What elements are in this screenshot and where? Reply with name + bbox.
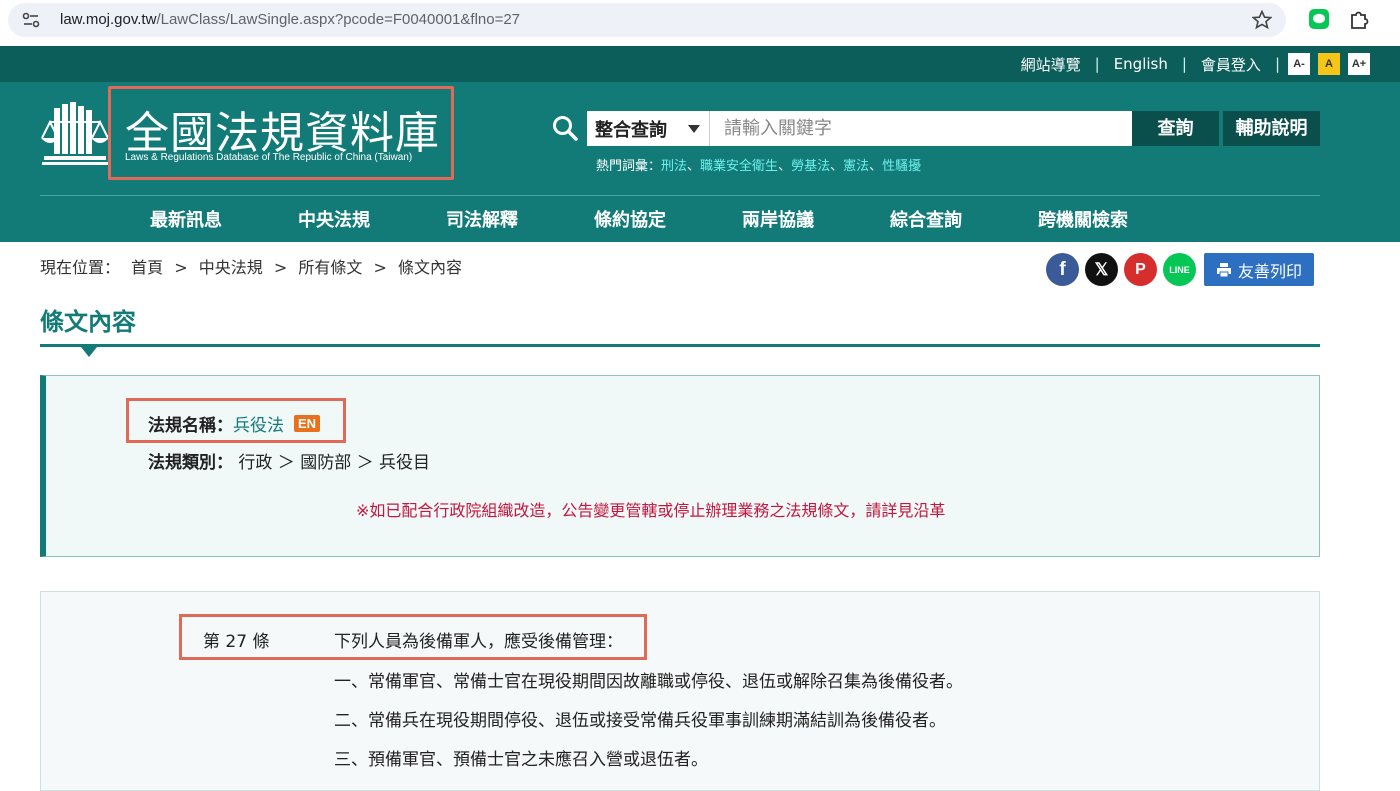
line-share-icon[interactable]: LINE <box>1163 253 1196 286</box>
law-category-label: 法規類別： <box>148 453 233 473</box>
address-bar[interactable]: law.moj.gov.tw/LawClass/LawSingle.aspx?p… <box>8 3 1286 37</box>
font-size-small-button[interactable]: A- <box>1288 53 1310 75</box>
print-friendly-button[interactable]: 友善列印 <box>1204 253 1314 286</box>
article-panel: 第 27 條 下列人員為後備軍人，應受後備管理： 一、常備軍官、常備士官在現役期… <box>40 591 1320 791</box>
hot-keyword-link[interactable]: 憲法 <box>843 159 869 174</box>
member-login-link[interactable]: 會員登入 <box>1187 54 1275 75</box>
law-notice: ※如已配合行政院組織改造，公告變更管轄或停止辦理業務之法規條文，請詳見沿革 <box>356 501 946 520</box>
law-category-value: 行政 ＞ 國防部 ＞ 兵役目 <box>238 453 431 473</box>
article-line: 二、常備兵在現役期間停役、退伍或接受常備兵役軍事訓練期滿結訓為後備役者。 <box>334 711 946 731</box>
law-name-link[interactable]: 兵役法 <box>233 411 284 436</box>
law-name-label: 法規名稱： <box>148 416 233 436</box>
nav-treaties[interactable]: 條約協定 <box>594 206 742 232</box>
search-input[interactable] <box>710 111 1132 146</box>
nav-cross-strait-agreements[interactable]: 兩岸協議 <box>742 206 890 232</box>
url-host: law.moj.gov.tw <box>60 11 157 28</box>
title-notch-icon <box>81 347 97 357</box>
breadcrumb: 現在位置： 首頁 > 中央法規 > 所有條文 > 條文內容 <box>40 254 468 278</box>
print-label: 友善列印 <box>1237 261 1302 281</box>
site-header: 全國法規資料庫 Laws & Regulations Database of T… <box>0 82 1400 242</box>
hot-keyword-link[interactable]: 職業安全衛生 <box>700 159 778 174</box>
nav-integrated-search[interactable]: 綜合查詢 <box>890 206 1038 232</box>
plurk-share-icon[interactable]: P <box>1124 253 1157 286</box>
hot-keywords: 熱門詞彙：刑法、職業安全衛生、勞基法、憲法、性騷擾 <box>596 155 921 174</box>
breadcrumb-separator: > <box>373 258 387 277</box>
nav-central-regulations[interactable]: 中央法規 <box>298 206 446 232</box>
hot-keyword-separator: 、 <box>687 159 701 174</box>
bookmark-star-icon[interactable] <box>1252 10 1272 30</box>
hot-keywords-label: 熱門詞彙： <box>596 159 662 174</box>
title-rule <box>40 344 1320 347</box>
main-nav: 最新訊息 中央法規 司法解釋 條約協定 兩岸協議 綜合查詢 跨機關檢索 <box>150 206 1128 232</box>
utility-bar: 網站導覽 | English | 會員登入 | A- A A+ <box>0 46 1400 82</box>
search-icon <box>553 116 578 141</box>
breadcrumb-all-articles[interactable]: 所有條文 <box>298 258 362 277</box>
justice-scales-logo-icon[interactable] <box>40 98 110 166</box>
search-type-select[interactable]: 整合查詢 <box>587 111 710 146</box>
hot-keyword-separator: 、 <box>778 159 792 174</box>
breadcrumb-separator: > <box>273 258 288 277</box>
site-logo-subtitle: Laws & Regulations Database of The Repub… <box>125 152 413 163</box>
hot-keyword-link[interactable]: 性騷擾 <box>882 159 921 174</box>
logo-highlight-box: 全國法規資料庫 Laws & Regulations Database of T… <box>108 86 454 180</box>
browser-toolbar: law.moj.gov.tw/LawClass/LawSingle.aspx?p… <box>0 0 1400 42</box>
sitemap-link[interactable]: 網站導覽 <box>1007 54 1095 75</box>
share-buttons: f 𝕏 P LINE <box>1046 253 1196 286</box>
nav-cross-agency-search[interactable]: 跨機關檢索 <box>1038 206 1128 232</box>
english-version-badge[interactable]: EN <box>294 415 321 432</box>
nav-latest-news[interactable]: 最新訊息 <box>150 206 298 232</box>
extensions-puzzle-icon[interactable] <box>1348 8 1370 30</box>
facebook-share-icon[interactable]: f <box>1046 253 1079 286</box>
help-button[interactable]: 輔助說明 <box>1223 111 1320 146</box>
law-name-row: 法規名稱： 兵役法 EN <box>148 411 321 436</box>
law-category-row: 法規類別： 行政 ＞ 國防部 ＞ 兵役目 <box>148 448 430 473</box>
article-line: 三、預備軍官、預備士官之未應召入營或退伍者。 <box>334 750 708 770</box>
english-link[interactable]: English <box>1100 55 1182 73</box>
breadcrumb-separator: > <box>174 258 188 277</box>
breadcrumb-current: 條文內容 <box>397 258 462 277</box>
header-divider <box>40 195 1320 196</box>
divider: | <box>1274 55 1280 73</box>
article-number: 第 27 條 <box>203 632 270 652</box>
search-type-value: 整合查詢 <box>595 120 667 141</box>
hot-keyword-link[interactable]: 刑法 <box>661 159 687 174</box>
printer-icon <box>1216 262 1231 277</box>
article-line: 一、常備軍官、常備士官在現役期間因故離職或停役、退伍或解除召集為後備役者。 <box>334 672 963 692</box>
breadcrumb-central-regulations[interactable]: 中央法規 <box>199 258 263 277</box>
hot-keyword-separator: 、 <box>830 159 844 174</box>
law-info-panel: 法規名稱： 兵役法 EN 法規類別： 行政 ＞ 國防部 ＞ 兵役目 ※如已配合行… <box>40 375 1320 557</box>
query-button[interactable]: 查詢 <box>1132 111 1219 146</box>
hot-keyword-link[interactable]: 勞基法 <box>791 159 830 174</box>
breadcrumb-home[interactable]: 首頁 <box>131 258 163 277</box>
site-info-icon[interactable] <box>22 12 40 28</box>
chevron-down-icon <box>688 125 700 133</box>
font-size-medium-button[interactable]: A <box>1318 53 1340 75</box>
line-extension-icon[interactable] <box>1309 9 1329 29</box>
hot-keyword-separator: 、 <box>869 159 883 174</box>
font-size-large-button[interactable]: A+ <box>1348 53 1370 75</box>
breadcrumb-prefix: 現在位置： <box>40 258 121 277</box>
page-title: 條文內容 <box>40 308 136 336</box>
url-path: /LawClass/LawSingle.aspx?pcode=F0040001&… <box>156 11 521 28</box>
x-share-icon[interactable]: 𝕏 <box>1085 253 1118 286</box>
nav-judicial-interpretations[interactable]: 司法解釋 <box>446 206 594 232</box>
url-text[interactable]: law.moj.gov.tw/LawClass/LawSingle.aspx?p… <box>60 11 520 28</box>
article-line: 下列人員為後備軍人，應受後備管理： <box>334 632 623 652</box>
